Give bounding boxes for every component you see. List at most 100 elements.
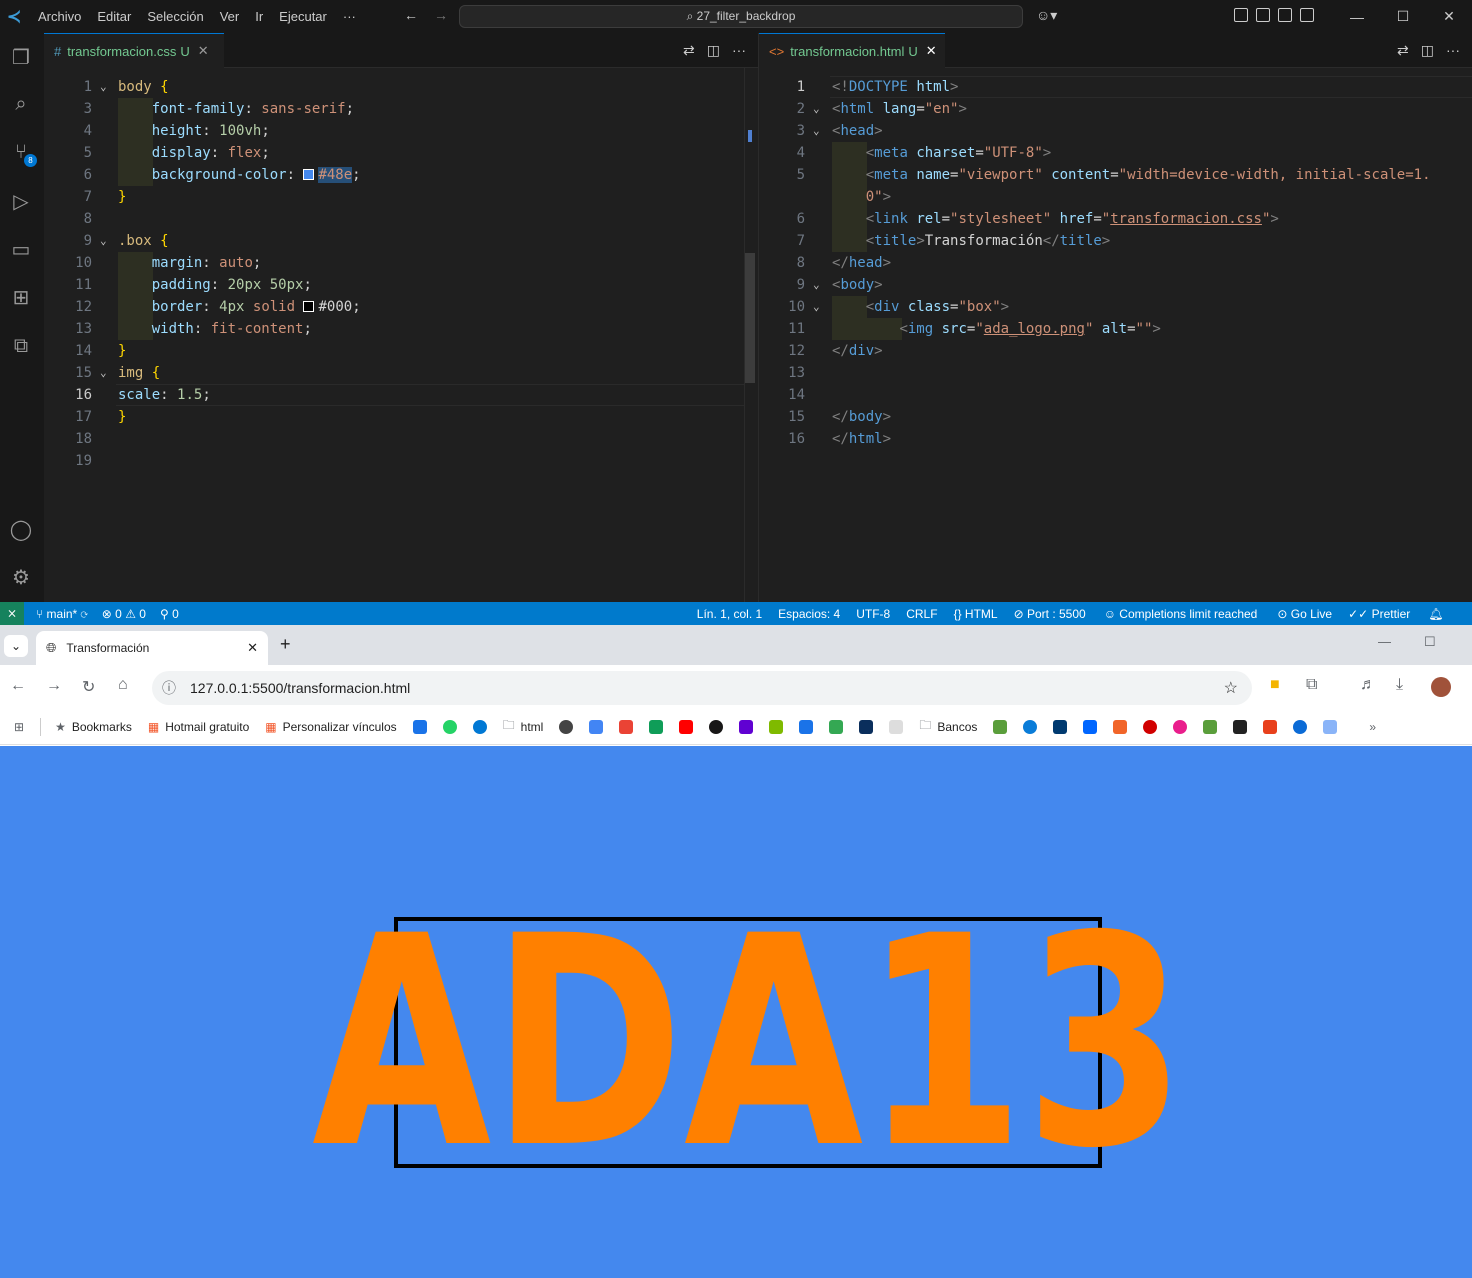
- code-line[interactable]: background-color: #48e;: [118, 164, 361, 186]
- more-actions-icon[interactable]: ···: [1446, 42, 1460, 59]
- language-mode[interactable]: {} HTML: [954, 607, 998, 621]
- code-line[interactable]: border: 4px solid #000;: [118, 296, 361, 318]
- openai-icon[interactable]: [559, 719, 574, 734]
- fold-chevron-icon[interactable]: ⌄: [100, 76, 107, 98]
- toggle-sidebar-icon[interactable]: [1256, 8, 1270, 22]
- browser-tab-active[interactable]: 🌐︎ Transformación ✕: [36, 631, 268, 665]
- menu-seleccion[interactable]: Selección: [139, 9, 211, 24]
- fold-chevron-icon[interactable]: ⌄: [813, 98, 820, 120]
- completions-item[interactable]: ☺ Completions limit reached: [1104, 607, 1258, 621]
- site-info-icon[interactable]: ⓘ: [162, 678, 176, 698]
- minimize-icon[interactable]: —: [1378, 634, 1391, 649]
- code-line[interactable]: padding: 20px 50px;: [118, 274, 312, 296]
- drive-icon[interactable]: [649, 719, 664, 734]
- bookmark-item-hotmail[interactable]: ▦ Hotmail gratuito: [148, 720, 249, 734]
- gmail-icon[interactable]: [619, 719, 634, 734]
- ports-item[interactable]: ⚲ 0: [160, 607, 179, 621]
- whatsapp-icon[interactable]: [442, 719, 457, 734]
- fold-chevron-icon[interactable]: ⌄: [100, 230, 107, 252]
- code-line[interactable]: </div>: [832, 340, 883, 362]
- fold-chevron-icon[interactable]: ⌄: [813, 274, 820, 296]
- bookmark-favicon-icon[interactable]: [1263, 719, 1278, 734]
- microsoft-icon[interactable]: [769, 719, 784, 734]
- prettier-item[interactable]: ✓✓ Prettier: [1348, 607, 1410, 621]
- github-icon[interactable]: [709, 719, 724, 734]
- edge-icon[interactable]: [1023, 719, 1038, 734]
- code-line[interactable]: <!DOCTYPE html>: [832, 76, 958, 98]
- scrollbar[interactable]: [744, 68, 758, 602]
- o2-icon[interactable]: [1083, 719, 1098, 734]
- bookmark-star-icon[interactable]: ☆: [1224, 678, 1238, 698]
- code-line[interactable]: width: fit-content;: [118, 318, 312, 340]
- bookmark-favicon-icon[interactable]: [1173, 719, 1188, 734]
- play-icon[interactable]: [1293, 719, 1308, 734]
- keep-extension-icon[interactable]: ■: [1270, 676, 1280, 694]
- cursor-position[interactable]: Lín. 1, col. 1: [697, 607, 762, 621]
- bookmark-s-icon[interactable]: [889, 719, 904, 734]
- code-line[interactable]: }: [118, 186, 126, 208]
- code-line[interactable]: height: 100vh;: [118, 120, 270, 142]
- extensions-icon[interactable]: ⊞: [8, 285, 34, 311]
- indentation[interactable]: Espacios: 4: [778, 607, 840, 621]
- code-line[interactable]: <body>: [832, 274, 883, 296]
- profile-avatar[interactable]: [1431, 677, 1451, 697]
- notifications-icon[interactable]: 🔔︎: [1428, 607, 1443, 621]
- eol[interactable]: CRLF: [906, 607, 937, 621]
- port-item[interactable]: ⊘ Port : 5500: [1014, 607, 1086, 621]
- back-arrow-icon[interactable]: ←: [404, 7, 434, 23]
- code-line[interactable]: <html lang="en">: [832, 98, 967, 120]
- chat-icon[interactable]: [472, 719, 487, 734]
- compare-icon[interactable]: ⇄: [1397, 42, 1409, 59]
- address-bar[interactable]: ⓘ 127.0.0.1:5500/transformacion.html ☆: [152, 671, 1252, 705]
- bookmark-favicon-icon[interactable]: [412, 719, 427, 734]
- fold-chevron-icon[interactable]: ⌄: [813, 296, 820, 318]
- close-tab-icon[interactable]: ✕: [247, 640, 258, 656]
- menu-ejecutar[interactable]: Ejecutar: [271, 9, 335, 24]
- copilot-icon[interactable]: ☺▾: [1036, 7, 1057, 24]
- code-line[interactable]: <title>Transformación</title>: [832, 230, 1111, 252]
- code-line[interactable]: </html>: [832, 428, 891, 450]
- bookmark-item-bookmarks[interactable]: ★ Bookmarks: [55, 720, 132, 734]
- split-editor-icon[interactable]: ◫: [707, 42, 720, 59]
- bookmark-favicon-icon[interactable]: [993, 719, 1008, 734]
- bookmark-item-personalizar[interactable]: ▦ Personalizar vínculos: [265, 720, 396, 734]
- run-debug-icon[interactable]: ▷: [8, 189, 34, 215]
- bookmark-favicon-icon[interactable]: [1143, 719, 1158, 734]
- maximize-icon[interactable]: ☐: [1424, 634, 1436, 650]
- search-icon[interactable]: ⌕: [8, 91, 34, 117]
- encoding[interactable]: UTF-8: [856, 607, 890, 621]
- home-icon[interactable]: ⌂: [118, 676, 128, 694]
- account-icon[interactable]: ◯: [8, 517, 34, 543]
- close-tab-icon[interactable]: ✕: [198, 43, 209, 59]
- more-actions-icon[interactable]: ···: [732, 42, 746, 59]
- youtube-icon[interactable]: [679, 719, 694, 734]
- bookmark-favicon-icon[interactable]: [1323, 719, 1338, 734]
- amazon-icon[interactable]: [1233, 719, 1248, 734]
- close-tab-icon[interactable]: ✕: [926, 43, 937, 59]
- menu-ir[interactable]: Ir: [247, 9, 271, 24]
- customize-layout-icon[interactable]: [1234, 8, 1248, 22]
- minimize-icon[interactable]: —: [1334, 9, 1380, 25]
- html5-icon[interactable]: [1113, 719, 1128, 734]
- code-line[interactable]: </body>: [832, 406, 891, 428]
- toggle-secondary-sidebar-icon[interactable]: [1300, 8, 1314, 22]
- gemini-icon[interactable]: [589, 719, 604, 734]
- go-live-button[interactable]: ⊙ Go Live: [1277, 607, 1332, 621]
- more-bookmarks-icon[interactable]: »: [1369, 720, 1376, 734]
- code-line[interactable]: margin: auto;: [118, 252, 262, 274]
- code-line[interactable]: }: [118, 406, 126, 428]
- remote-icon[interactable]: ⨯: [0, 602, 24, 625]
- calendar-icon[interactable]: [799, 719, 814, 734]
- mail-icon[interactable]: [739, 719, 754, 734]
- html-code-area[interactable]: 1 <!DOCTYPE html> 2 ⌄ <html lang="en"> 3 ⌄ <hea…: [759, 68, 1472, 602]
- downloads-icon[interactable]: ⤓: [1396, 676, 1403, 694]
- code-line[interactable]: <head>: [832, 120, 883, 142]
- problems-item[interactable]: ⊗ 0 ⚠ 0: [102, 607, 146, 621]
- code-line[interactable]: body {: [118, 76, 169, 98]
- bookmark-folder-bancos[interactable]: 🗀 Bancos: [919, 716, 977, 737]
- extensions-puzzle-icon[interactable]: ⧉: [1306, 676, 1317, 694]
- code-line[interactable]: font-family: sans-serif;: [118, 98, 354, 120]
- testing-icon[interactable]: ⧉: [8, 333, 34, 359]
- reload-icon[interactable]: ↻: [82, 677, 95, 697]
- tab-transformacion-html[interactable]: <> transformacion.html U ✕: [759, 33, 945, 68]
